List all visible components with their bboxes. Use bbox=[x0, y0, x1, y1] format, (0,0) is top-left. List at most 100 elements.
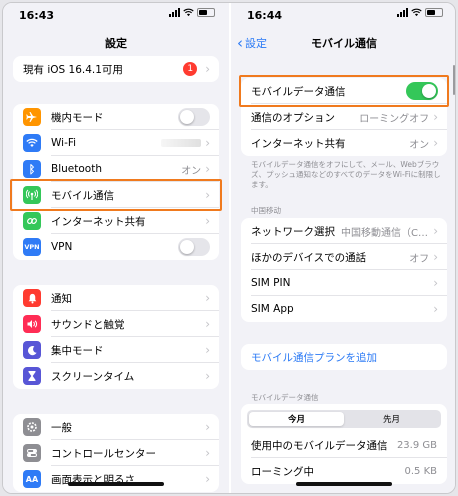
page-title: 設定 bbox=[105, 37, 127, 50]
data-footnote: モバイルデータ通信をオフにして、メール、Webブラウズ、プッシュ通知などのすべて… bbox=[251, 160, 441, 189]
speaker-icon bbox=[23, 315, 41, 333]
calls-other-devices-label: ほかのデバイスでの通話 bbox=[251, 251, 367, 264]
antenna-icon bbox=[23, 186, 41, 204]
wifi-icon bbox=[23, 134, 41, 152]
control-center-label: コントロールセンター bbox=[51, 447, 156, 460]
bell-icon bbox=[23, 289, 41, 307]
moon-icon bbox=[23, 341, 41, 359]
chevron-right-icon: › bbox=[205, 317, 210, 331]
update-group: 現有 iOS 16.4.1可用 1 › bbox=[13, 56, 219, 82]
wifi-label: Wi-Fi bbox=[51, 137, 77, 149]
hotspot-row[interactable]: インターネット共有 オン › bbox=[241, 130, 447, 156]
usage-current-value: 23.9 GB bbox=[396, 439, 437, 451]
usage-group: 今月 先月 使用中のモバイルデータ通信 23.9 GB ローミング中 0.5 K… bbox=[241, 404, 447, 484]
focus-row[interactable]: 集中モード › bbox=[13, 337, 219, 363]
update-label: 現有 iOS 16.4.1可用 bbox=[23, 63, 123, 76]
page-title: モバイル通信 bbox=[311, 37, 377, 50]
sim-app-label: SIM App bbox=[251, 303, 294, 315]
vpn-toggle[interactable] bbox=[178, 238, 210, 256]
airplane-mode-label: 機内モード bbox=[51, 111, 104, 124]
general-row[interactable]: 一般 › bbox=[13, 414, 219, 440]
mobile-data-screen: 16:44 ‹ 設定 モバイル通信 モバイルデータ通信 通信のオプション ローミ… bbox=[231, 3, 455, 493]
display-row[interactable]: AA 画面表示と明るさ › bbox=[13, 466, 219, 492]
mobile-data-toggle[interactable] bbox=[406, 82, 438, 100]
data-options-row[interactable]: 通信のオプション ローミングオフ › bbox=[241, 104, 447, 130]
gear-icon bbox=[23, 418, 41, 436]
wifi-status-icon bbox=[183, 8, 194, 17]
period-segmented-control: 今月 先月 bbox=[247, 410, 441, 428]
airplane-mode-row[interactable]: 機内モード bbox=[13, 104, 219, 130]
ios-update-row[interactable]: 現有 iOS 16.4.1可用 1 › bbox=[13, 56, 219, 82]
home-indicator bbox=[296, 482, 392, 486]
hourglass-icon bbox=[23, 367, 41, 385]
calls-other-devices-value: オフ bbox=[409, 253, 430, 265]
chevron-right-icon: › bbox=[205, 369, 210, 383]
chevron-right-icon: › bbox=[205, 188, 210, 202]
status-time: 16:43 bbox=[19, 9, 55, 22]
airplane-icon bbox=[23, 108, 41, 126]
carrier-section-label: 中国移动 bbox=[251, 206, 281, 215]
vpn-label: VPN bbox=[51, 241, 73, 253]
chevron-right-icon: › bbox=[205, 162, 210, 176]
vpn-icon: VPN bbox=[23, 238, 41, 256]
add-plan-button[interactable]: モバイル通信プランを追加 bbox=[241, 344, 447, 370]
chevron-right-icon: › bbox=[433, 110, 438, 124]
battery-icon bbox=[197, 8, 215, 17]
control-center-row[interactable]: コントロールセンター › bbox=[13, 440, 219, 466]
update-badge: 1 bbox=[183, 62, 198, 76]
chevron-right-icon: › bbox=[205, 214, 210, 228]
vpn-row[interactable]: VPN VPN bbox=[13, 234, 219, 260]
general-group: 一般 › コントロールセンター › AA 画面表示と明るさ › bbox=[13, 414, 219, 492]
chevron-right-icon: › bbox=[433, 250, 438, 264]
chevron-right-icon: › bbox=[433, 302, 438, 316]
chevron-right-icon: › bbox=[433, 276, 438, 290]
screen-time-row[interactable]: スクリーンタイム › bbox=[13, 363, 219, 389]
chevron-right-icon: › bbox=[205, 62, 210, 76]
screenshot-frame: 16:43 設定 現有 iOS 16.4.1可用 1 › 機内モード Wi-Fi… bbox=[2, 2, 456, 494]
status-bar: 16:43 bbox=[3, 3, 229, 25]
usage-section-label: モバイルデータ通信 bbox=[251, 393, 319, 402]
carrier-group: ネットワーク選択 中国移動通信（CHI... › ほかのデバイスでの通話 オフ … bbox=[241, 218, 447, 322]
network-selection-row[interactable]: ネットワーク選択 中国移動通信（CHI... › bbox=[241, 218, 447, 244]
notifications-label: 通知 bbox=[51, 292, 72, 305]
hotspot-row[interactable]: インターネット共有 › bbox=[13, 208, 219, 234]
wifi-status-icon bbox=[411, 8, 422, 17]
airplane-mode-toggle[interactable] bbox=[178, 108, 210, 126]
bluetooth-label: Bluetooth bbox=[51, 163, 102, 175]
chevron-right-icon: › bbox=[433, 224, 438, 238]
chevron-right-icon: › bbox=[205, 420, 210, 434]
network-selection-value: 中国移動通信（CHI... bbox=[341, 227, 430, 239]
mobile-data-row[interactable]: モバイル通信 › bbox=[13, 182, 219, 208]
data-options-label: 通信のオプション bbox=[251, 111, 335, 124]
sounds-row[interactable]: サウンドと触覚 › bbox=[13, 311, 219, 337]
scroll-indicator bbox=[453, 65, 455, 95]
bluetooth-value: オン bbox=[181, 165, 202, 177]
home-indicator bbox=[68, 482, 164, 486]
hotspot-value: オン bbox=[409, 139, 430, 151]
sliders-icon bbox=[23, 444, 41, 462]
bluetooth-row[interactable]: ᛒ Bluetooth オン › bbox=[13, 156, 219, 182]
link-icon bbox=[23, 212, 41, 230]
segment-last-month[interactable]: 先月 bbox=[344, 412, 439, 426]
chevron-right-icon: › bbox=[205, 343, 210, 357]
wifi-network-blurred bbox=[161, 139, 202, 147]
notifications-row[interactable]: 通知 › bbox=[13, 285, 219, 311]
calls-other-devices-row[interactable]: ほかのデバイスでの通話 オフ › bbox=[241, 244, 447, 270]
sounds-label: サウンドと触覚 bbox=[51, 318, 125, 331]
hotspot-label: インターネット共有 bbox=[51, 215, 146, 228]
sim-pin-label: SIM PIN bbox=[251, 277, 291, 289]
general-label: 一般 bbox=[51, 421, 72, 434]
screen-time-label: スクリーンタイム bbox=[51, 370, 135, 383]
usage-roaming-row: ローミング中 0.5 KB bbox=[241, 458, 447, 484]
chevron-right-icon: › bbox=[205, 136, 210, 150]
mobile-data-toggle-row[interactable]: モバイルデータ通信 bbox=[241, 78, 447, 104]
usage-current-label: 使用中のモバイルデータ通信 bbox=[251, 439, 388, 452]
sim-app-row[interactable]: SIM App › bbox=[241, 296, 447, 322]
wifi-row[interactable]: Wi-Fi › bbox=[13, 130, 219, 156]
segment-this-month[interactable]: 今月 bbox=[249, 412, 344, 426]
bluetooth-icon: ᛒ bbox=[23, 160, 41, 178]
period-segment-container: 今月 先月 bbox=[241, 408, 447, 432]
add-plan-label: モバイル通信プランを追加 bbox=[251, 351, 377, 364]
focus-label: 集中モード bbox=[51, 344, 104, 357]
sim-pin-row[interactable]: SIM PIN › bbox=[241, 270, 447, 296]
